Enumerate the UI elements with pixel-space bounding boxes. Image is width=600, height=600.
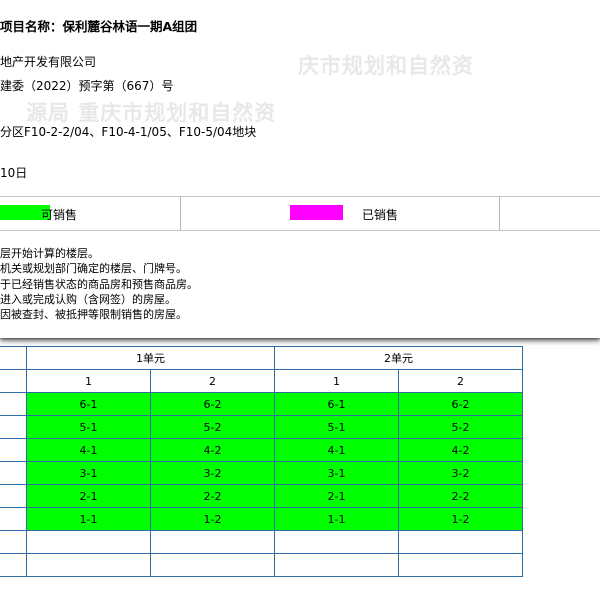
empty-cell: [398, 553, 523, 577]
empty-cell: [150, 530, 275, 554]
watermark-text: 庆市规划和自然资: [298, 53, 474, 78]
note-item: 层开始计算的楼层。: [0, 247, 99, 260]
note-item: 于已经销售状态的商品房和预售商品房。: [0, 277, 198, 291]
empty-cell: [274, 530, 399, 554]
status-legend: 可销售 已销售: [0, 196, 600, 231]
room-cell[interactable]: 1-1: [274, 507, 399, 531]
table-row: 6-1 6-2 6-1 6-2: [0, 392, 523, 416]
room-cell[interactable]: 4-2: [398, 438, 523, 462]
room-cell[interactable]: 3-2: [150, 461, 275, 485]
floor-cell: [0, 415, 27, 439]
floor-cell: [0, 484, 27, 508]
room-cell[interactable]: 2-2: [150, 484, 275, 508]
empty-cell: [150, 553, 275, 577]
room-cell[interactable]: 3-1: [274, 461, 399, 485]
room-cell[interactable]: 2-1: [274, 484, 399, 508]
room-cell[interactable]: 3-2: [398, 461, 523, 485]
room-cell[interactable]: 1-2: [398, 507, 523, 531]
room-cell[interactable]: 3-1: [26, 461, 151, 485]
room-cell[interactable]: 4-1: [26, 438, 151, 462]
sold-swatch: [290, 205, 343, 220]
building-unit-table: 1单元 2单元 1 2 1 2 6-1 6-2 6-1 6-2 5-1 5-2 …: [0, 346, 523, 577]
empty-cell: [26, 530, 151, 554]
note-item: 因被查封、被抵押等限制销售的房屋。: [0, 308, 187, 322]
room-header: 1: [274, 369, 399, 393]
table-row: 4-1 4-2 4-1 4-2: [0, 438, 523, 462]
room-cell[interactable]: 1-1: [26, 507, 151, 531]
table-subheader-row: 1 2 1 2: [0, 369, 523, 393]
room-cell[interactable]: 6-2: [150, 392, 275, 416]
table-row: 3-1 3-2 3-1 3-2: [0, 461, 523, 485]
table-row: [0, 530, 523, 554]
floor-cell: [0, 392, 27, 416]
room-header: 1: [26, 369, 151, 393]
plot-info: 分区F10-2-2/04、F10-4-1/05、F10-5/04地块: [0, 125, 257, 139]
room-cell[interactable]: 5-1: [274, 415, 399, 439]
floor-cell: [0, 507, 27, 531]
unit-header: 2单元: [274, 346, 523, 370]
table-row: 5-1 5-2 5-1 5-2: [0, 415, 523, 439]
legend-divider: [180, 197, 181, 230]
legend-divider: [499, 197, 500, 230]
empty-cell: [274, 553, 399, 577]
room-cell[interactable]: 5-1: [26, 415, 151, 439]
table-row: 1-1 1-2 1-1 1-2: [0, 507, 523, 531]
note-item: 机关或规划部门确定的楼层、门牌号。: [0, 262, 187, 276]
room-cell[interactable]: 5-2: [398, 415, 523, 439]
floor-header-cell: [0, 369, 27, 393]
empty-cell: [398, 530, 523, 554]
table-row: [0, 553, 523, 577]
note-item: 进入或完成认购（含网签）的房屋。: [0, 292, 176, 306]
room-cell[interactable]: 4-1: [274, 438, 399, 462]
floor-cell: [0, 461, 27, 485]
unit-header: 1单元: [26, 346, 275, 370]
sold-legend-label: 已销售: [362, 208, 399, 222]
project-info-panel: 庆市规划和自然资 源局 重庆市规划和自然资 项目名称：保利麓谷林语一期A组团 地…: [0, 0, 600, 338]
permit-date: 10日: [0, 166, 28, 180]
room-cell[interactable]: 6-2: [398, 392, 523, 416]
room-header: 2: [398, 369, 523, 393]
room-cell[interactable]: 1-2: [150, 507, 275, 531]
room-cell[interactable]: 5-2: [150, 415, 275, 439]
room-cell[interactable]: 2-1: [26, 484, 151, 508]
floor-cell: [0, 530, 27, 554]
room-cell[interactable]: 6-1: [274, 392, 399, 416]
available-legend-label: 可销售: [41, 208, 78, 222]
room-cell[interactable]: 4-2: [150, 438, 275, 462]
project-title: 项目名称：保利麓谷林语一期A组团: [0, 19, 198, 34]
floor-header-cell: [0, 346, 27, 370]
table-header-row: 1单元 2单元: [0, 346, 523, 370]
notes-list: 层开始计算的楼层。 机关或规划部门确定的楼层、门牌号。 于已经销售状态的商品房和…: [0, 246, 198, 322]
presale-permit: 建委（2022）预字第（667）号: [0, 79, 174, 93]
floor-cell: [0, 438, 27, 462]
room-cell[interactable]: 2-2: [398, 484, 523, 508]
empty-cell: [26, 553, 151, 577]
developer-name: 地产开发有限公司: [0, 55, 97, 69]
room-cell[interactable]: 6-1: [26, 392, 151, 416]
table-row: 2-1 2-2 2-1 2-2: [0, 484, 523, 508]
room-header: 2: [150, 369, 275, 393]
floor-cell: [0, 553, 27, 577]
